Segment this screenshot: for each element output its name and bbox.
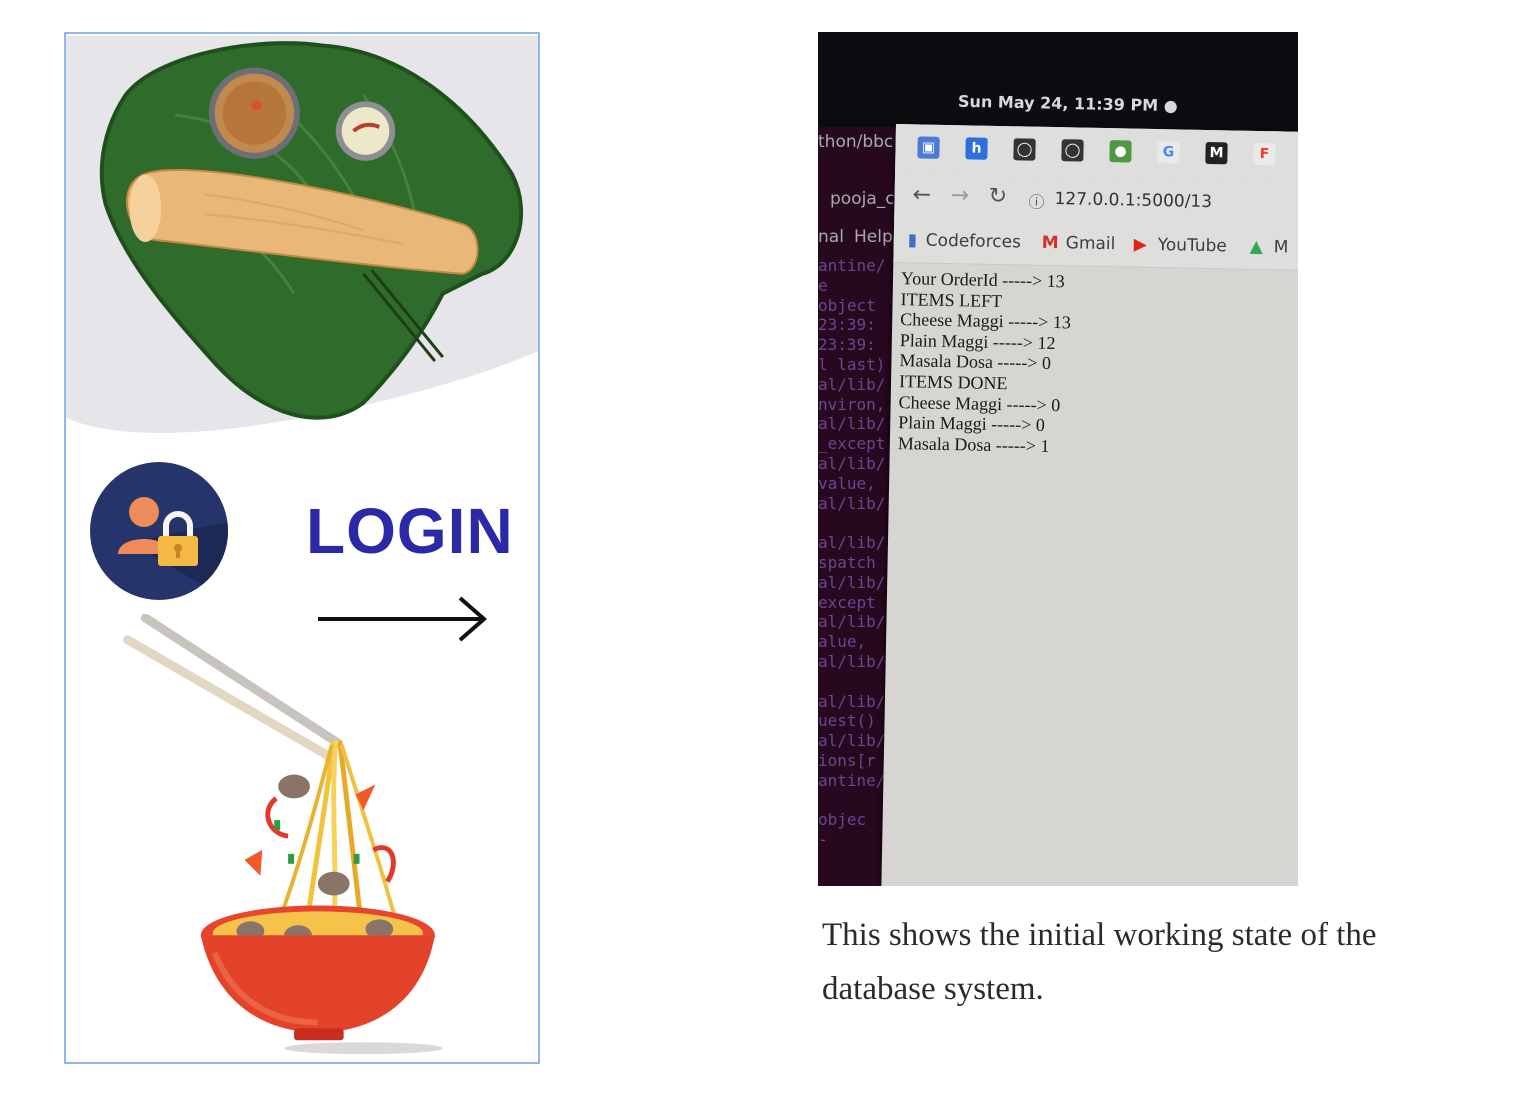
gmail-icon: M bbox=[1041, 232, 1059, 254]
terminal-line: nviron, bbox=[818, 394, 886, 414]
bar-chart-icon: ▮ bbox=[907, 230, 918, 251]
figma-icon: F bbox=[1253, 142, 1276, 166]
login-card[interactable]: LOGIN bbox=[64, 32, 540, 1064]
terminal-line: value, bbox=[818, 473, 876, 493]
terminal-line: al/lib/ bbox=[818, 454, 886, 473]
screen-photo: Sun May 24, 11:39 PM ● thon/bbc pooja_c … bbox=[818, 32, 1298, 886]
terminal-line: al/lib/ bbox=[818, 731, 886, 751]
terminal-path: thon/bbc bbox=[818, 132, 894, 152]
terminal-line: al/lib/ bbox=[818, 691, 886, 711]
bookmarks-bar: ▮ Codeforces M Gmail ▶ YouTube ▲ M bbox=[893, 219, 1298, 272]
github-icon: ◯ bbox=[1013, 138, 1036, 161]
terminal-line: al/lib/ bbox=[818, 414, 886, 434]
terminal-line: antine/ bbox=[818, 256, 886, 275]
google-icon: G bbox=[1157, 141, 1180, 164]
terminal-line: spatch bbox=[818, 553, 876, 572]
back-icon: ← bbox=[912, 182, 932, 208]
noodle-bowl-illustration bbox=[123, 614, 443, 1055]
browser-window: ▣ h ◯ ◯ ● G M F ← → ↻ ⓘ 127.0.0.1:5000/1… bbox=[881, 124, 1298, 886]
system-clock: Sun May 24, 11:39 PM ● bbox=[957, 91, 1178, 116]
login-title[interactable]: LOGIN bbox=[306, 494, 514, 568]
terminal-line: al/lib/ bbox=[818, 493, 886, 513]
bookmark-youtube: YouTube bbox=[1157, 235, 1228, 257]
address-bar: 127.0.0.1:5000/13 bbox=[1054, 189, 1213, 213]
medium-icon: M bbox=[1205, 141, 1228, 165]
terminal-line: - bbox=[818, 830, 828, 850]
terminal-line: al/lib/ bbox=[818, 374, 886, 394]
terminal-line: objec bbox=[818, 810, 867, 830]
extension-icon: h bbox=[965, 137, 988, 160]
youtube-icon: ▶ bbox=[1133, 234, 1147, 255]
terminal-line: alue, bbox=[818, 632, 867, 652]
terminal-line: except bbox=[818, 592, 876, 612]
terminal-line: 23:39: bbox=[818, 315, 876, 335]
terminal-line: antine/ bbox=[818, 770, 886, 790]
terminal-line: object bbox=[818, 295, 876, 315]
figure-caption: This shows the initial working state of … bbox=[822, 917, 1377, 1007]
terminal-line: l last) bbox=[818, 355, 886, 374]
terminal-line: al/lib/ bbox=[818, 533, 886, 553]
extension-icon: ▣ bbox=[917, 136, 940, 159]
bookmark-maps: M bbox=[1273, 237, 1289, 258]
maps-icon: ▲ bbox=[1249, 236, 1263, 258]
side-window-title: pooja_c bbox=[830, 189, 895, 209]
reload-icon: ↻ bbox=[988, 183, 1008, 210]
terminal-line: 23:39: bbox=[818, 335, 876, 355]
bookmark-gmail: Gmail bbox=[1065, 233, 1116, 255]
terminal-line: al/lib/ bbox=[818, 572, 886, 592]
github-icon: ◯ bbox=[1061, 139, 1084, 162]
side-menu-item: Help bbox=[854, 227, 893, 247]
terminal-line: e bbox=[818, 275, 828, 295]
side-menu-item: nal bbox=[818, 227, 844, 247]
terminal-line: _except bbox=[818, 434, 886, 454]
terminal-line: al/lib/ bbox=[818, 612, 886, 632]
navigation-bar: ← → ↻ ⓘ 127.0.0.1:5000/13 bbox=[894, 173, 1298, 229]
page-content: Your OrderId -----> 13 ITEMS LEFT Cheese… bbox=[898, 268, 1298, 461]
terminal-line: uest() bbox=[818, 711, 876, 731]
info-icon: ⓘ bbox=[1028, 192, 1045, 212]
terminal-line: ions[r bbox=[818, 751, 876, 770]
forward-icon: → bbox=[950, 183, 970, 209]
user-lock-icon bbox=[90, 462, 228, 600]
dosa-on-banana-leaf-illustration bbox=[66, 35, 538, 434]
leaf-icon: ● bbox=[1109, 140, 1132, 163]
bookmark-codeforces: Codeforces bbox=[925, 230, 1022, 253]
terminal-line: al/lib/ bbox=[818, 652, 886, 671]
